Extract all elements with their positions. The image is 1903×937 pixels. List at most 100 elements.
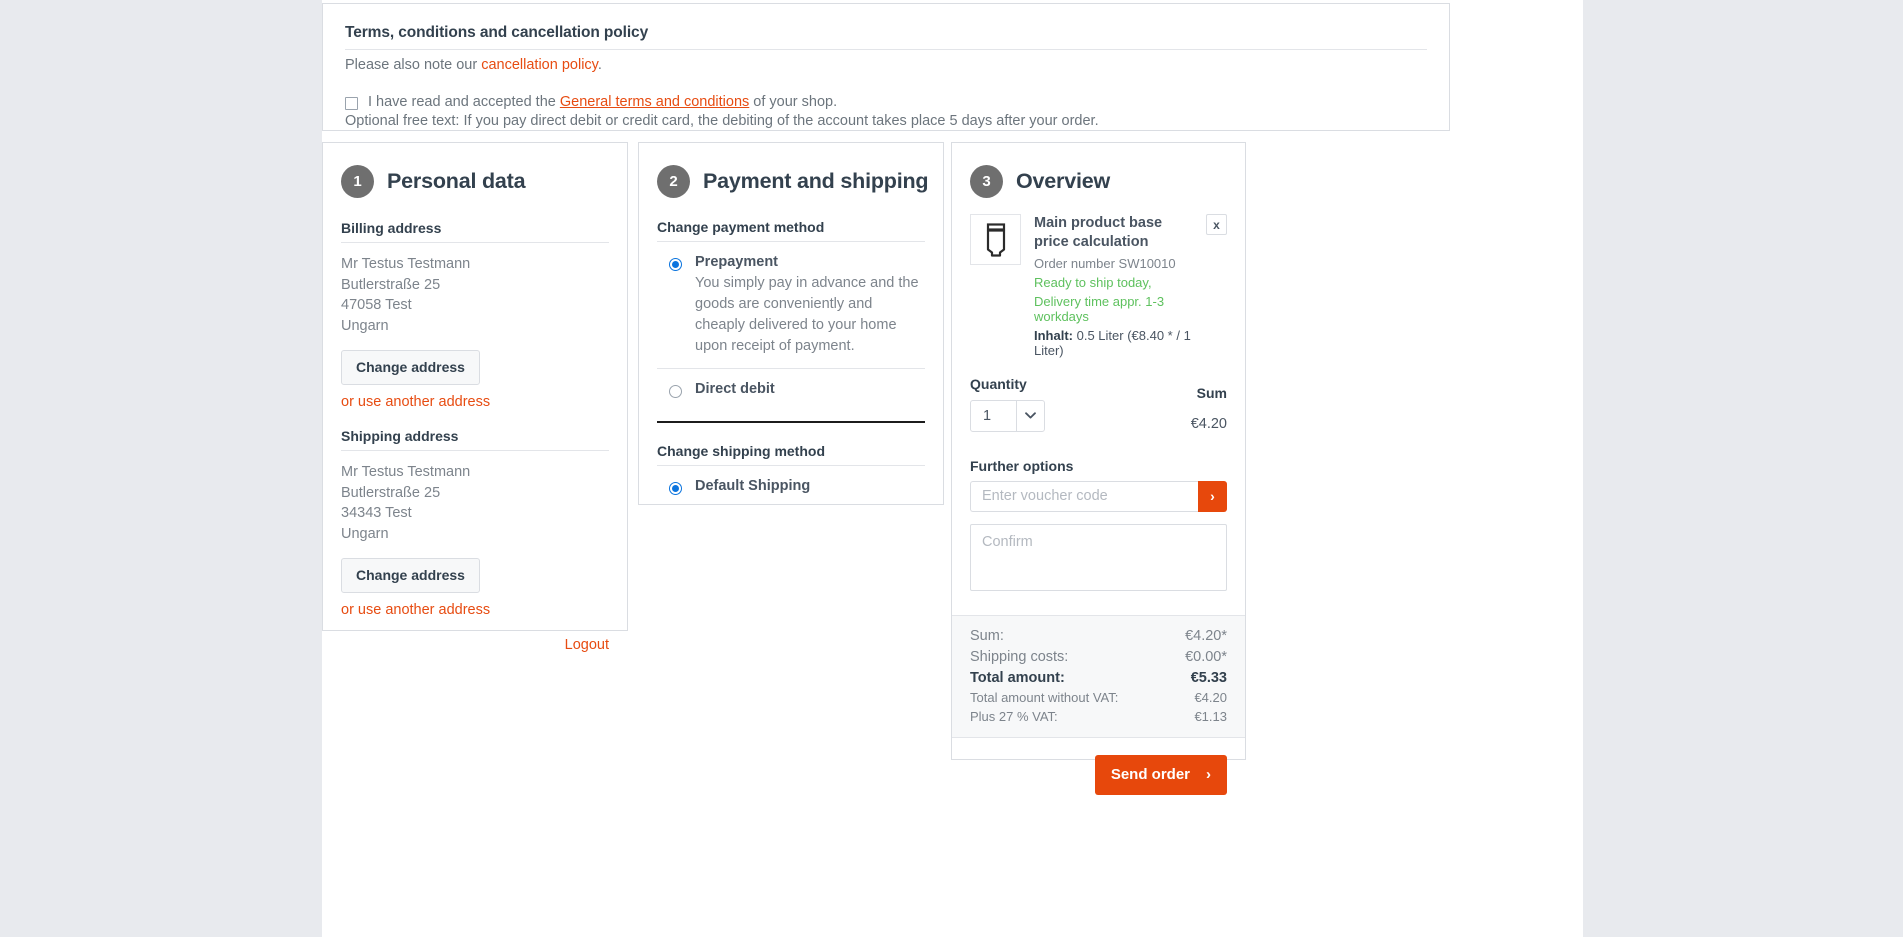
terms-label-suffix: of your shop. <box>749 94 838 110</box>
step3-header: 3 Overview <box>952 143 1245 198</box>
shipping-use-another-address-link[interactable]: or use another address <box>341 602 609 618</box>
step2-number-badge: 2 <box>657 165 690 198</box>
totals-label: Total amount: <box>970 670 1065 687</box>
billing-address-label: Billing address <box>341 220 442 236</box>
product-inhalt: Inhalt: 0.5 Liter (€8.40 * / 1 Liter) <box>1034 328 1193 358</box>
cart-product-row: Main product base price calculation Orde… <box>970 214 1227 358</box>
shipping-line: Mr Testus Testmann <box>341 463 471 480</box>
change-shipping-method-label: Change shipping method <box>657 442 825 459</box>
sum-group: Sum €4.20 <box>1191 385 1227 432</box>
totals-label: Total amount without VAT: <box>970 690 1119 706</box>
payment-option-direct-debit[interactable]: Direct debit <box>657 369 925 409</box>
terms-title: Terms, conditions and cancellation polic… <box>345 24 649 41</box>
terms-divider <box>345 49 1427 50</box>
cancellation-note: Please also note our cancellation policy… <box>345 57 1427 73</box>
step1-title: Personal data <box>387 169 526 193</box>
payment-method-section: Change payment method Prepayment You sim… <box>639 219 943 423</box>
product-info: Main product base price calculation Orde… <box>1034 214 1193 358</box>
terms-panel: Terms, conditions and cancellation polic… <box>322 3 1450 131</box>
accept-terms-checkbox[interactable] <box>345 97 358 110</box>
cancellation-policy-link[interactable]: cancellation policy <box>481 57 598 73</box>
cancellation-note-suffix: . <box>597 57 602 73</box>
product-inhalt-label: Inhalt: <box>1034 327 1073 343</box>
totals-row-total: Total amount: €5.33 <box>970 670 1227 686</box>
logout-link[interactable]: Logout <box>565 637 609 653</box>
send-order-button[interactable]: Send order › <box>1094 755 1227 796</box>
order-totals: Sum: €4.20* Shipping costs: €0.00* Total… <box>952 614 1245 739</box>
payment-section-bottom-divider <box>657 420 925 423</box>
sum-value: €4.20 <box>1190 415 1227 432</box>
general-terms-link[interactable]: General terms and conditions <box>560 94 749 110</box>
step2-title: Payment and shipping <box>703 169 929 193</box>
payment-option-description: You simply pay in advance and the goods … <box>695 275 919 354</box>
shipping-address-lines: Mr Testus Testmann Butlerstraße 25 34343… <box>341 462 609 545</box>
terms-checkbox-label: I have read and accepted the General ter… <box>368 94 837 111</box>
voucher-code-input[interactable] <box>970 480 1198 512</box>
overview-body: Main product base price calculation Orde… <box>952 198 1245 596</box>
billing-change-address-button[interactable]: Change address <box>341 349 480 385</box>
shipping-change-address-button[interactable]: Change address <box>341 557 480 593</box>
totals-value: €0.00* <box>1185 648 1227 665</box>
checkout-steps-row: 1 Personal data Billing address Mr Testu… <box>322 142 1583 796</box>
overview-panel: 3 Overview Main product base price calcu… <box>951 142 1246 796</box>
chevron-right-icon: › <box>1206 766 1211 784</box>
payment-option-prepayment[interactable]: Prepayment You simply pay in advance and… <box>657 242 925 368</box>
totals-value: €4.20 <box>1194 690 1227 706</box>
step1-number-badge: 1 <box>341 165 374 198</box>
send-order-label: Send order <box>1110 766 1190 784</box>
quantity-select[interactable]: 1 <box>970 399 1045 432</box>
product-name[interactable]: Main product base price calculation <box>1034 214 1193 253</box>
quantity-header: Quantity <box>970 375 1027 392</box>
payment-option-name: Direct debit <box>695 380 775 397</box>
radio-direct-debit-icon[interactable] <box>669 384 682 398</box>
terms-free-text: Optional free text: If you pay direct de… <box>345 112 1099 129</box>
billing-line: 47058 Test <box>341 297 412 314</box>
totals-value: €4.20* <box>1185 627 1227 644</box>
step2-header: 2 Payment and shipping <box>639 143 943 198</box>
product-stock-line-1: Ready to ship today, <box>1034 274 1152 290</box>
send-order-row: Send order › <box>952 738 1245 813</box>
billing-line: Mr Testus Testmann <box>341 256 471 272</box>
confirm-comment-textarea[interactable] <box>970 523 1227 591</box>
totals-value: €5.33 <box>1190 670 1227 687</box>
shipping-option-name: Default Shipping <box>695 477 811 494</box>
shipping-address-section: Shipping address Mr Testus Testmann Butl… <box>323 428 627 618</box>
totals-row: Sum: €4.20* <box>970 628 1227 644</box>
logout-row: Logout <box>323 636 627 654</box>
totals-label: Plus 27 % VAT: <box>970 708 1058 724</box>
totals-label: Shipping costs: <box>970 648 1069 665</box>
billing-line: Ungarn <box>341 318 389 335</box>
further-options-label: Further options <box>970 457 1074 474</box>
quantity-value: 1 <box>983 407 992 424</box>
billing-address-lines: Mr Testus Testmann Butlerstraße 25 47058… <box>341 254 609 337</box>
shipping-option-default[interactable]: Default Shipping <box>657 466 925 506</box>
change-payment-method-label: Change payment method <box>657 219 825 235</box>
shipping-line: 34343 Test <box>341 505 412 522</box>
shipping-divider <box>341 449 609 451</box>
billing-use-another-address-link[interactable]: or use another address <box>341 394 609 410</box>
radio-default-shipping-icon[interactable] <box>669 481 682 495</box>
billing-divider <box>341 242 609 243</box>
chevron-down-icon[interactable] <box>1016 400 1044 431</box>
quantity-group: Quantity 1 <box>970 376 1045 432</box>
radio-prepayment-icon[interactable] <box>669 258 682 271</box>
tube-icon <box>986 222 1005 257</box>
step1-header: 1 Personal data <box>323 143 627 198</box>
step3-title: Overview <box>1016 169 1111 193</box>
totals-row: Total amount without VAT: €4.20 <box>970 691 1227 706</box>
totals-row: Shipping costs: €0.00* <box>970 649 1227 665</box>
page-content-area: Terms, conditions and cancellation polic… <box>322 0 1583 937</box>
product-thumbnail[interactable] <box>970 214 1021 265</box>
sum-header: Sum <box>1196 384 1227 401</box>
voucher-row: › <box>970 480 1227 512</box>
totals-value: €1.13 <box>1194 708 1227 724</box>
billing-line: Butlerstraße 25 <box>341 276 441 293</box>
shipping-method-section: Change shipping method Default Shipping <box>639 443 943 506</box>
voucher-submit-button[interactable]: › <box>1198 480 1227 512</box>
totals-label: Sum: <box>970 627 1004 644</box>
product-stock-line-2: Delivery time appr. 1-3 workdays <box>1034 293 1165 324</box>
cancellation-note-prefix: Please also note our <box>345 57 482 73</box>
personal-data-panel: 1 Personal data Billing address Mr Testu… <box>322 142 628 653</box>
remove-product-button[interactable]: x <box>1206 214 1227 235</box>
shipping-line: Butlerstraße 25 <box>341 484 441 501</box>
